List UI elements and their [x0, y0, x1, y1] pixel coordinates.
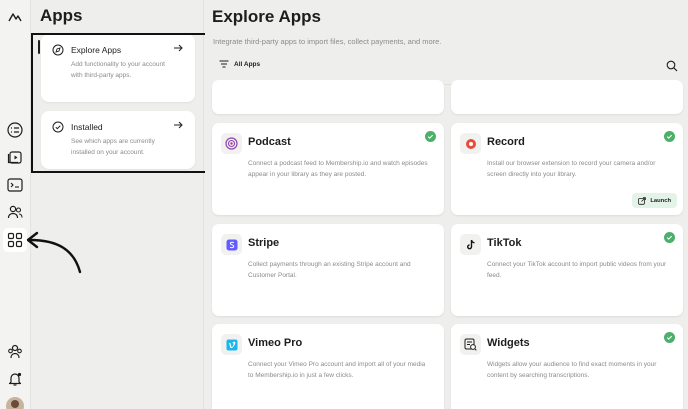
app-card-desc: Connect a podcast feed to Membership.io …: [248, 160, 428, 178]
media-icon[interactable]: [4, 174, 26, 196]
app-card-stripe[interactable]: Stripe Collect payments through an exist…: [212, 224, 444, 316]
widgets-icon: [460, 334, 481, 355]
installed-check-icon: [664, 332, 675, 343]
apps-panel-title: Apps: [40, 6, 83, 25]
apps-panel: Apps Explore Apps Add functionality to y…: [31, 0, 207, 409]
app-card-partial: [212, 80, 444, 114]
app-card-desc: Collect payments through an existing Str…: [248, 261, 411, 279]
installed-check-icon: [664, 232, 675, 243]
notifications-icon[interactable]: [4, 368, 26, 390]
app-card-partial: [451, 80, 683, 114]
record-icon: [460, 133, 481, 154]
app-card-title: Podcast: [248, 136, 291, 148]
filter-label: All Apps: [234, 60, 261, 68]
logo-icon[interactable]: [4, 6, 26, 28]
app-card-widgets[interactable]: Widgets Widgets allow your audience to f…: [451, 324, 683, 409]
app-card-title: Stripe: [248, 237, 280, 249]
app-card-title: Widgets: [487, 337, 530, 349]
installed-check-icon: [425, 131, 436, 142]
tiktok-icon: [460, 234, 481, 255]
filter-icon: [219, 60, 229, 68]
launch-label: Launch: [650, 197, 671, 204]
installed-check-icon: [664, 131, 675, 142]
left-rail: [0, 0, 31, 409]
main-content: Explore Apps Integrate third-party apps …: [205, 0, 688, 409]
external-link-icon: [638, 196, 647, 205]
community-icon[interactable]: [4, 340, 26, 362]
app-card-desc: Widgets allow your audience to find exac…: [487, 361, 657, 379]
app-card-desc: Connect your TikTok account to import pu…: [487, 261, 667, 279]
launch-button[interactable]: Launch: [632, 193, 677, 208]
app-card-title: Record: [487, 136, 525, 148]
checklist-icon[interactable]: [4, 119, 26, 141]
highlight-frame: [31, 33, 207, 173]
stripe-icon: [221, 234, 242, 255]
app-card-podcast[interactable]: Podcast Connect a podcast feed to Member…: [212, 123, 444, 215]
annotation-arrow: [26, 231, 82, 274]
avatar[interactable]: [6, 397, 24, 409]
app-card-title: Vimeo Pro: [248, 337, 303, 349]
page-title: Explore Apps: [212, 7, 321, 26]
app-card-vimeo[interactable]: Vimeo Pro Connect your Vimeo Pro account…: [212, 324, 444, 409]
members-icon[interactable]: [4, 201, 26, 223]
app-card-desc: Connect your Vimeo Pro account and impor…: [248, 361, 426, 379]
app-card-title: TikTok: [487, 237, 522, 249]
podcast-icon: [221, 133, 242, 154]
search-icon[interactable]: [666, 60, 678, 72]
page-subtitle: Integrate third-party apps to import fil…: [213, 37, 442, 46]
app-card-record[interactable]: Record Install our browser extension to …: [451, 123, 683, 215]
filter-dropdown[interactable]: All Apps: [219, 60, 260, 68]
app-card-tiktok[interactable]: TikTok Connect your TikTok account to im…: [451, 224, 683, 316]
app-card-desc: Install our browser extension to record …: [487, 160, 656, 178]
video-library-icon[interactable]: [4, 146, 26, 168]
vimeo-icon: [221, 334, 242, 355]
